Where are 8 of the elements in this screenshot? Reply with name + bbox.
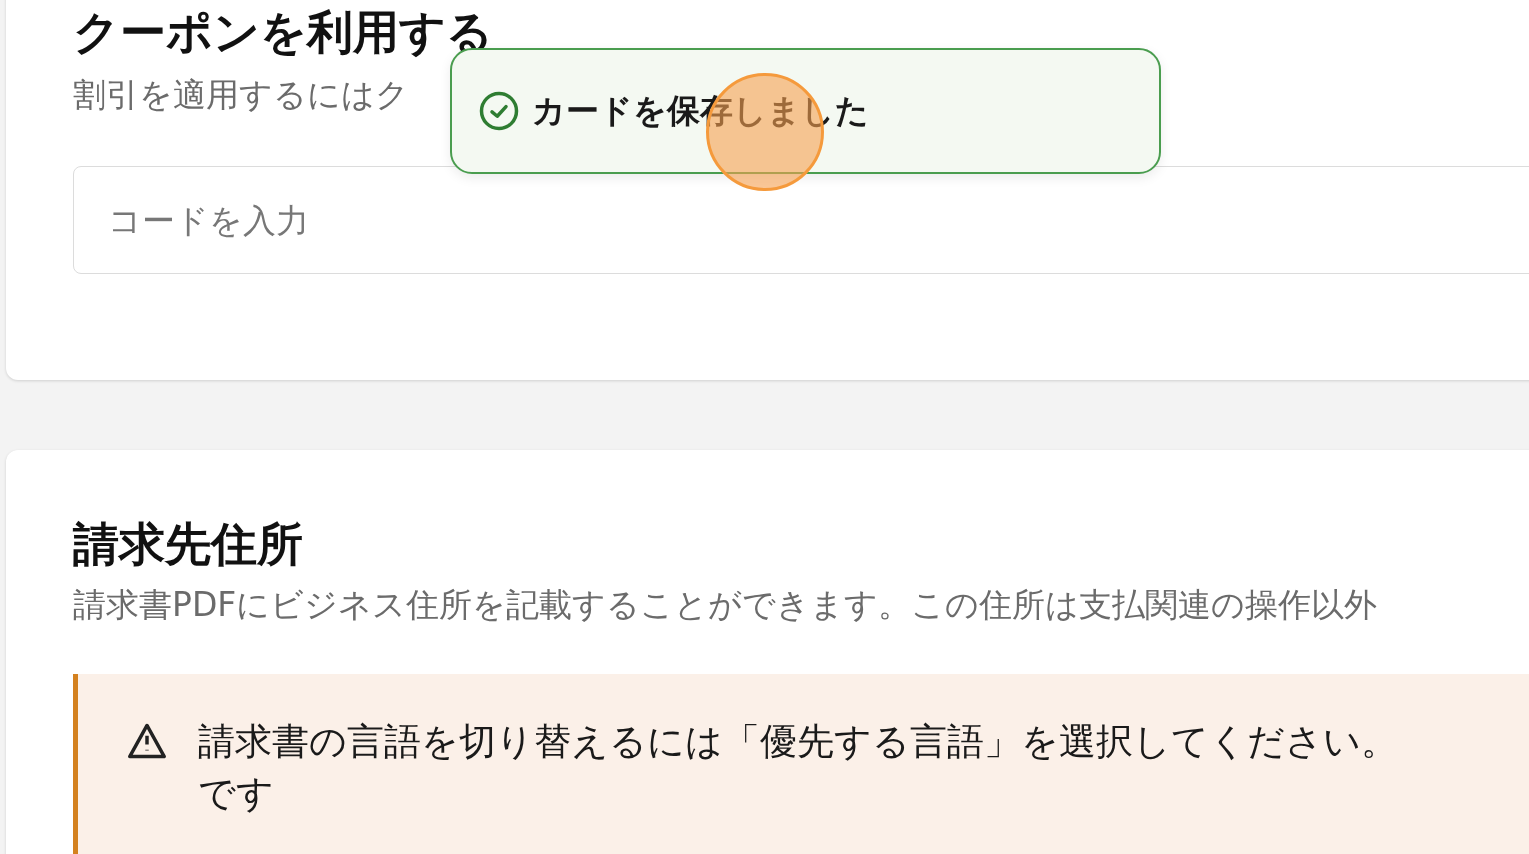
alert-message: 請求書の言語を切り替えるには「優先する言語」を選択してください。 (198, 719, 1398, 765)
section-title: 請求先住所 (73, 516, 303, 573)
check-circle-icon (478, 90, 520, 132)
section-description: 割引を適用するにはク (73, 74, 409, 116)
alert-message: です (198, 771, 274, 817)
section-description: 請求書PDFにビジネス住所を記載することができます。この住所は支払関連の操作以外 (73, 584, 1378, 626)
coupon-code-field[interactable]: コードを入力 (73, 166, 1529, 274)
warning-icon (126, 722, 168, 760)
